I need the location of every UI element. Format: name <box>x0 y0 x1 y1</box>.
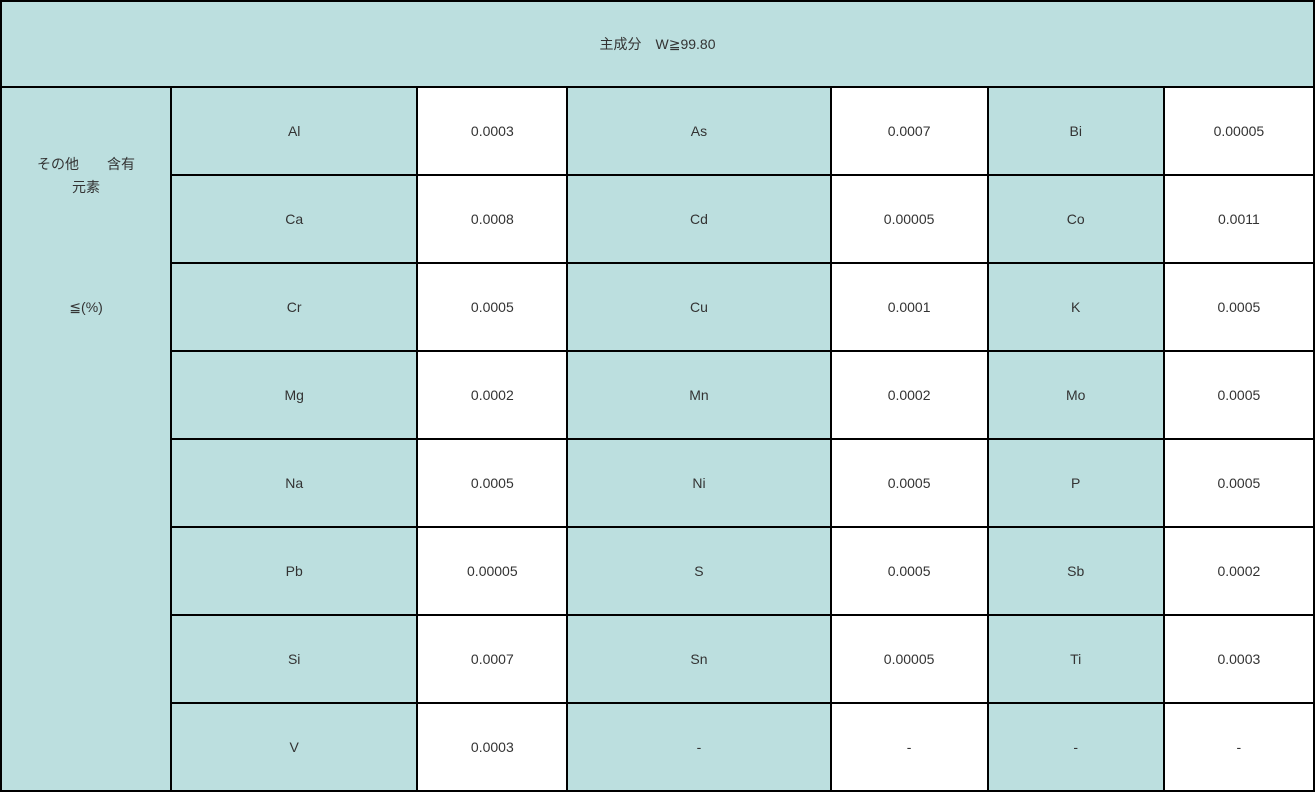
value-cell: 0.0007 <box>831 87 988 175</box>
value-cell: - <box>831 703 988 791</box>
value-cell: 0.0001 <box>831 263 988 351</box>
element-cell: Cu <box>567 263 830 351</box>
table-header-row: 主成分 W≧99.80 <box>1 1 1314 87</box>
value-cell: 0.00005 <box>831 615 988 703</box>
main-component-header: 主成分 W≧99.80 <box>1 1 1314 87</box>
rowhead-line1: その他 含有 <box>37 156 135 172</box>
value-cell: 0.0005 <box>417 263 567 351</box>
value-cell: - <box>1164 703 1314 791</box>
element-cell: Sn <box>567 615 830 703</box>
rowhead-line3: ≦(%) <box>69 299 103 315</box>
value-cell: 0.0002 <box>1164 527 1314 615</box>
element-cell: Bi <box>988 87 1164 175</box>
value-cell: 0.0002 <box>417 351 567 439</box>
value-cell: 0.0005 <box>831 439 988 527</box>
element-cell: Cr <box>171 263 417 351</box>
element-cell: P <box>988 439 1164 527</box>
value-cell: 0.0011 <box>1164 175 1314 263</box>
element-cell: Sb <box>988 527 1164 615</box>
value-cell: 0.0005 <box>831 527 988 615</box>
table-row: Pb 0.00005 S 0.0005 Sb 0.0002 <box>1 527 1314 615</box>
table-row: Si 0.0007 Sn 0.00005 Ti 0.0003 <box>1 615 1314 703</box>
value-cell: 0.0003 <box>417 87 567 175</box>
value-cell: 0.0005 <box>1164 263 1314 351</box>
table-row: Mg 0.0002 Mn 0.0002 Mo 0.0005 <box>1 351 1314 439</box>
element-cell: Ni <box>567 439 830 527</box>
table-row: Na 0.0005 Ni 0.0005 P 0.0005 <box>1 439 1314 527</box>
value-cell: 0.0002 <box>831 351 988 439</box>
composition-table: 主成分 W≧99.80 その他 含有 元素 Al 0.0003 As 0.000… <box>0 0 1315 792</box>
value-cell: 0.0005 <box>1164 351 1314 439</box>
element-cell: K <box>988 263 1164 351</box>
value-cell: 0.0003 <box>1164 615 1314 703</box>
value-cell: 0.0005 <box>417 439 567 527</box>
element-cell: Pb <box>171 527 417 615</box>
element-cell: - <box>567 703 830 791</box>
value-cell: 0.00005 <box>831 175 988 263</box>
rowhead-line2: 元素 <box>72 179 100 195</box>
element-cell: Ti <box>988 615 1164 703</box>
element-cell: Co <box>988 175 1164 263</box>
value-cell: 0.00005 <box>1164 87 1314 175</box>
table-row: その他 含有 元素 Al 0.0003 As 0.0007 Bi 0.00005 <box>1 87 1314 175</box>
table-row: V 0.0003 - - - - <box>1 703 1314 791</box>
element-cell: Al <box>171 87 417 175</box>
element-cell: Mo <box>988 351 1164 439</box>
element-cell: S <box>567 527 830 615</box>
element-cell: Ca <box>171 175 417 263</box>
table-row: ≦(%) Cr 0.0005 Cu 0.0001 K 0.0005 <box>1 263 1314 351</box>
value-cell: 0.0003 <box>417 703 567 791</box>
rowhead-empty <box>1 351 171 791</box>
composition-table-wrapper: 主成分 W≧99.80 その他 含有 元素 Al 0.0003 As 0.000… <box>0 0 1315 792</box>
element-cell: - <box>988 703 1164 791</box>
value-cell: 0.00005 <box>417 527 567 615</box>
element-cell: Mn <box>567 351 830 439</box>
rowhead-other-elements: その他 含有 元素 <box>1 87 171 263</box>
element-cell: Cd <box>567 175 830 263</box>
value-cell: 0.0008 <box>417 175 567 263</box>
value-cell: 0.0007 <box>417 615 567 703</box>
element-cell: As <box>567 87 830 175</box>
value-cell: 0.0005 <box>1164 439 1314 527</box>
table-row: Ca 0.0008 Cd 0.00005 Co 0.0011 <box>1 175 1314 263</box>
rowhead-percent: ≦(%) <box>1 263 171 351</box>
element-cell: V <box>171 703 417 791</box>
element-cell: Si <box>171 615 417 703</box>
element-cell: Na <box>171 439 417 527</box>
element-cell: Mg <box>171 351 417 439</box>
